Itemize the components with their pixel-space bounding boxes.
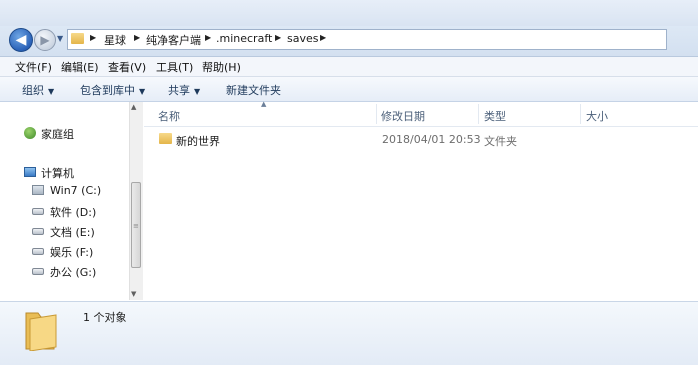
breadcrumb-separator-icon[interactable]: ▶ [134, 33, 140, 42]
breadcrumb-separator-icon[interactable]: ▶ [205, 33, 211, 42]
drive-icon [32, 248, 44, 255]
share-label: 共享 [168, 84, 190, 97]
menu-help[interactable]: 帮助(H) [202, 59, 241, 75]
folder-large-icon [25, 312, 57, 351]
column-divider[interactable] [580, 104, 581, 124]
breadcrumb-item[interactable]: 纯净客户端 [146, 32, 201, 48]
drive-icon [32, 228, 44, 235]
nav-item-drive-d[interactable]: 软件 (D:) [50, 204, 96, 220]
menu-edit[interactable]: 编辑(E) [61, 59, 99, 75]
include-in-library-button[interactable]: 包含到库中 ▼ [80, 82, 145, 98]
file-row-date: 2018/04/01 20:53 [382, 133, 481, 146]
file-row-name[interactable]: 新的世界 [176, 133, 220, 149]
homegroup-icon [24, 127, 36, 139]
computer-icon [24, 167, 36, 177]
nav-item-homegroup[interactable]: 家庭组 [41, 126, 74, 142]
scroll-up-icon[interactable]: ▲ [131, 103, 136, 111]
column-divider[interactable] [478, 104, 479, 124]
organize-label: 组织 [22, 84, 44, 97]
nav-item-drive-e[interactable]: 文档 (E:) [50, 224, 95, 240]
nav-item-computer[interactable]: 计算机 [41, 165, 74, 181]
column-header-name[interactable]: 名称 [158, 108, 180, 124]
scroll-down-icon[interactable]: ▼ [131, 290, 136, 298]
organize-button[interactable]: 组织 ▼ [22, 82, 54, 98]
nav-item-drive-g[interactable]: 办公 (G:) [50, 264, 96, 280]
chevron-down-icon: ▼ [48, 87, 55, 96]
item-count-text: 1 个对象 [83, 311, 127, 324]
menu-view[interactable]: 查看(V) [108, 59, 146, 75]
include-in-library-label: 包含到库中 [80, 84, 135, 97]
drive-icon [32, 208, 44, 215]
window-titlebar [0, 0, 698, 26]
menu-bar [0, 57, 698, 77]
share-button[interactable]: 共享 ▼ [168, 82, 200, 98]
back-button[interactable]: ◀ [9, 28, 33, 52]
file-row-type: 文件夹 [484, 135, 517, 148]
breadcrumb-item[interactable]: .minecraft [216, 32, 272, 45]
column-header-size[interactable]: 大小 [586, 108, 608, 124]
column-header-type[interactable]: 类型 [484, 108, 506, 124]
breadcrumb-separator-icon[interactable]: ▶ [320, 33, 326, 42]
column-divider[interactable] [376, 104, 377, 124]
recent-pages-dropdown-icon[interactable]: ▼ [57, 34, 63, 43]
drive-icon [32, 268, 44, 275]
breadcrumb-separator-icon[interactable]: ▶ [275, 33, 281, 42]
folder-icon [71, 33, 84, 44]
column-header-date[interactable]: 修改日期 [381, 108, 425, 124]
folder-icon[interactable] [159, 133, 172, 144]
forward-button[interactable]: ▶ [34, 29, 56, 51]
menu-tools[interactable]: 工具(T) [156, 59, 193, 75]
new-folder-button[interactable]: 新建文件夹 [226, 82, 281, 98]
breadcrumb-item[interactable]: saves [287, 32, 318, 45]
sort-ascending-icon: ▲ [261, 100, 267, 108]
chevron-down-icon: ▼ [139, 87, 146, 96]
chevron-down-icon: ▼ [194, 87, 201, 96]
menu-file[interactable]: 文件(F) [15, 59, 52, 75]
breadcrumb-separator-icon[interactable]: ▶ [90, 33, 96, 42]
system-drive-icon [32, 185, 44, 195]
nav-item-drive-f[interactable]: 娱乐 (F:) [50, 244, 93, 260]
grip-icon: ≡ [133, 222, 139, 230]
breadcrumb-item[interactable]: 星球 [104, 32, 126, 48]
nav-item-drive-c[interactable]: Win7 (C:) [50, 184, 101, 197]
